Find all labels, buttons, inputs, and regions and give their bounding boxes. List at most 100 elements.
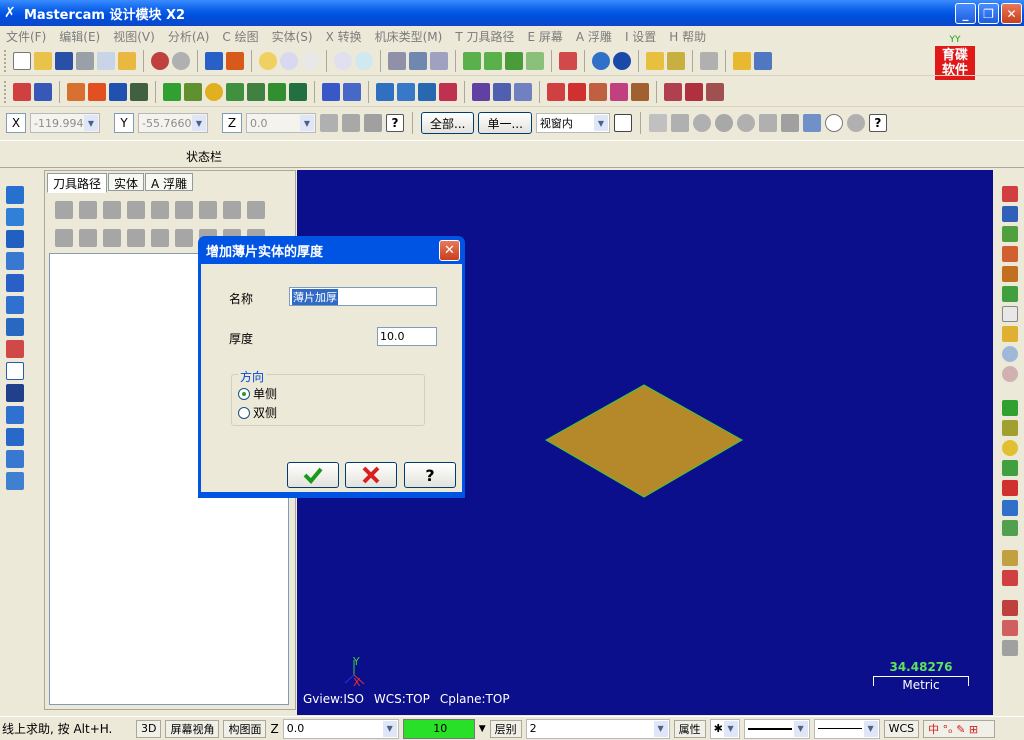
r-tool-4-icon[interactable] [1002, 246, 1018, 262]
single-side-radio-dot[interactable] [238, 387, 250, 400]
view-tilt-icon[interactable] [430, 51, 448, 70]
r-tool-16-icon[interactable] [1002, 500, 1018, 516]
point-icon[interactable] [163, 82, 181, 101]
unzoom-icon[interactable] [355, 51, 373, 70]
zoom-window-icon[interactable] [280, 51, 298, 70]
double-side-radio-dot[interactable] [238, 406, 250, 419]
select-body-icon[interactable] [714, 114, 733, 132]
single-side-radio[interactable]: 单侧 [238, 385, 277, 402]
tool-icon[interactable] [733, 51, 751, 70]
group-tools[interactable]: 中 °ₒ ✎ ⊞ [923, 719, 996, 738]
screen-view-button[interactable]: 屏幕视角 [165, 719, 220, 738]
project-icon[interactable] [493, 82, 511, 101]
r-tool-5-icon[interactable] [1002, 266, 1018, 282]
chamfer-icon[interactable] [247, 82, 265, 101]
menu-art[interactable]: A 浮雕 [576, 28, 612, 45]
r-tool-18-icon[interactable] [1002, 550, 1018, 566]
r-tool-1-icon[interactable] [1002, 186, 1018, 202]
toggle-post-icon[interactable] [103, 229, 121, 247]
y-coord-label[interactable]: Y [114, 113, 134, 133]
tab-art[interactable]: A 浮雕 [145, 173, 194, 191]
select-dirty-ops-icon[interactable] [79, 201, 97, 219]
attributes-button[interactable]: 属性 [673, 719, 706, 738]
sweep-icon[interactable] [6, 230, 24, 248]
dynamic-rotate-icon[interactable] [409, 51, 427, 70]
post-ops-icon[interactable] [199, 201, 217, 219]
menu-xform[interactable]: X 转换 [326, 28, 362, 45]
measure-icon[interactable] [667, 51, 685, 70]
select-last-icon[interactable] [780, 114, 799, 132]
z-coord-label[interactable]: Z [222, 113, 242, 133]
sum-icon[interactable] [109, 82, 127, 101]
fillet-icon[interactable] [226, 82, 244, 101]
save-icon[interactable] [55, 51, 73, 70]
dimension-icon[interactable] [589, 82, 607, 101]
r-tool-3-icon[interactable] [1002, 226, 1018, 242]
pointer-icon[interactable] [613, 114, 632, 132]
chamfer-solid-icon[interactable] [6, 318, 24, 336]
print-preview-icon[interactable] [97, 51, 115, 70]
r-tool-22-icon[interactable] [1002, 640, 1018, 656]
xform-3-icon[interactable] [418, 82, 436, 101]
pencil-icon[interactable] [646, 51, 664, 70]
z-coord-input[interactable]: 0.0 ▼ [246, 113, 316, 133]
loft-icon[interactable] [6, 252, 24, 270]
draft-icon[interactable] [6, 428, 24, 446]
r-tool-6-icon[interactable] [1002, 286, 1018, 302]
toolpath-icon[interactable] [67, 82, 85, 101]
close-button[interactable]: ✕ [1001, 3, 1022, 24]
select-single-button[interactable]: 单一... [478, 112, 532, 134]
r-tool-19-icon[interactable] [1002, 570, 1018, 586]
verify-icon[interactable] [758, 114, 777, 132]
point-style-select[interactable]: ✱ ▼ [709, 718, 740, 739]
select-solid-icon[interactable] [670, 114, 689, 132]
backplot-ops-icon[interactable] [151, 201, 169, 219]
r-tool-7-icon[interactable] [1002, 306, 1018, 322]
trim-icon[interactable] [322, 82, 340, 101]
r-tool-12-icon[interactable] [1002, 420, 1018, 436]
verify-ops-icon[interactable] [175, 201, 193, 219]
fast-point-icon[interactable] [320, 114, 338, 132]
r-tool-21-icon[interactable] [1002, 620, 1018, 636]
xform-4-icon[interactable] [439, 82, 457, 101]
shell-icon[interactable] [6, 340, 24, 358]
r-tool-10-icon[interactable] [1002, 366, 1018, 382]
regen-dirty-icon[interactable] [127, 201, 145, 219]
minimize-button[interactable]: _ [955, 3, 976, 24]
highfeed-icon[interactable] [223, 201, 241, 219]
rotate-icon[interactable] [388, 51, 406, 70]
r-tool-9-icon[interactable] [1002, 346, 1018, 362]
layout-icon[interactable] [6, 472, 24, 490]
double-side-radio[interactable]: 双侧 [238, 404, 277, 421]
select-chain-icon[interactable] [648, 114, 667, 132]
tab-toolpaths[interactable]: 刀具路径 [47, 173, 108, 193]
xform-2-icon[interactable] [397, 82, 415, 101]
insert-arrow-icon[interactable] [175, 229, 193, 247]
table-icon[interactable] [547, 82, 565, 101]
fillet-solid-icon[interactable] [6, 296, 24, 314]
arc-icon[interactable] [205, 82, 223, 101]
restore-button[interactable]: ❐ [978, 3, 999, 24]
select-face-icon[interactable] [692, 114, 711, 132]
select-all-button[interactable]: 全部... [421, 112, 475, 134]
lock-ops-icon[interactable] [55, 229, 73, 247]
construct-plane-button[interactable]: 构图面 [223, 719, 267, 738]
shade-3-icon[interactable] [505, 51, 523, 70]
analyze-icon[interactable] [700, 51, 718, 70]
attributes-icon[interactable] [685, 82, 703, 101]
wcs-button[interactable]: WCS [883, 719, 920, 738]
menu-settings[interactable]: I 设置 [625, 28, 656, 45]
post-icon[interactable] [130, 82, 148, 101]
thickness-input[interactable]: 10.0 [377, 327, 437, 346]
merge-icon[interactable] [118, 51, 136, 70]
r-tool-13-icon[interactable] [1002, 440, 1018, 456]
view-3d-button[interactable]: 3D [136, 719, 162, 738]
selection-help-icon[interactable]: ? [868, 114, 887, 132]
r-tool-14-icon[interactable] [1002, 460, 1018, 476]
redo-icon[interactable] [172, 51, 190, 70]
menu-help[interactable]: H 帮助 [669, 28, 706, 45]
sphere-icon[interactable] [613, 51, 631, 70]
autocursor-icon[interactable] [364, 114, 382, 132]
level-select[interactable]: 2 ▼ [525, 718, 670, 739]
help-button[interactable]: ? [404, 462, 456, 488]
